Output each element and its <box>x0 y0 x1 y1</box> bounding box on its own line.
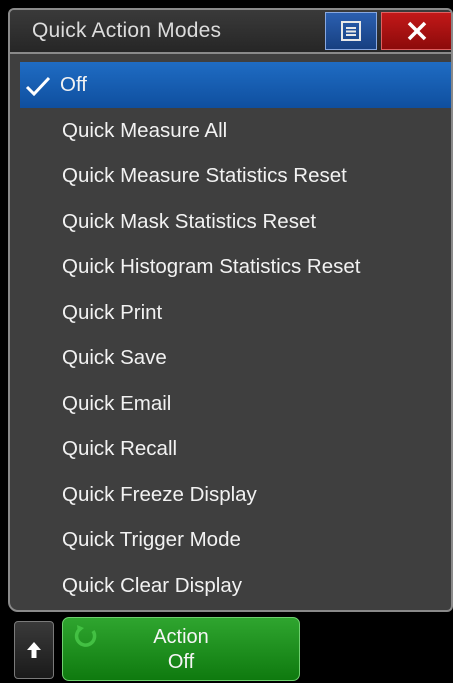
list-item-quick-mask-statistics-reset[interactable]: Quick Mask Statistics Reset <box>20 199 451 245</box>
checkmark-icon <box>25 76 51 96</box>
list-item-label: Off <box>60 73 87 96</box>
dialog-title: Quick Action Modes <box>32 19 222 42</box>
list-item-quick-measure-statistics-reset[interactable]: Quick Measure Statistics Reset <box>20 153 451 199</box>
arrow-up-icon <box>27 642 41 658</box>
back-up-button[interactable] <box>14 621 54 679</box>
list-item-label: Quick Email <box>62 391 172 415</box>
list-item-quick-trigger-mode[interactable]: Quick Trigger Mode <box>20 517 451 563</box>
rotate-knob-icon <box>74 625 97 647</box>
action-softkey-value: Off <box>167 651 195 673</box>
list-item-quick-freeze-display[interactable]: Quick Freeze Display <box>20 472 451 518</box>
list-item-quick-measure-all[interactable]: Quick Measure All <box>20 108 451 154</box>
quick-action-modes-dialog: Quick Action Modes Off Quick Measure All… <box>8 8 453 612</box>
action-softkey[interactable]: Action Off <box>62 617 300 681</box>
list-item-off[interactable]: Off <box>20 62 451 108</box>
list-item-quick-save[interactable]: Quick Save <box>20 335 451 381</box>
close-button[interactable] <box>381 12 451 50</box>
list-item-label: Quick Measure Statistics Reset <box>62 164 347 187</box>
screen: Quick Action Modes Off Quick Measure All… <box>0 0 453 683</box>
list-item-label: Quick Recall <box>62 437 178 460</box>
menu-button[interactable] <box>325 12 377 50</box>
mode-list: Off Quick Measure All Quick Measure Stat… <box>20 62 451 609</box>
list-item-quick-recall[interactable]: Quick Recall <box>20 426 451 472</box>
list-item-label: Quick Clear Display <box>62 573 242 597</box>
dialog-titlebar: Quick Action Modes <box>10 10 451 54</box>
list-item-label: Quick Mask Statistics Reset <box>62 209 317 233</box>
list-item-quick-clear-display[interactable]: Quick Clear Display <box>20 563 451 609</box>
list-item-label: Quick Trigger Mode <box>62 528 241 551</box>
list-item-label: Quick Measure All <box>62 118 228 142</box>
close-icon <box>407 21 427 41</box>
list-item-quick-email[interactable]: Quick Email <box>20 381 451 427</box>
list-item-quick-histogram-statistics-reset[interactable]: Quick Histogram Statistics Reset <box>20 244 451 290</box>
list-item-label: Quick Freeze Display <box>62 482 257 506</box>
menu-list-icon <box>341 21 361 41</box>
list-item-quick-print[interactable]: Quick Print <box>20 290 451 336</box>
list-item-label: Quick Histogram Statistics Reset <box>62 255 361 278</box>
list-item-label: Quick Print <box>62 300 163 324</box>
list-item-label: Quick Save <box>62 346 167 369</box>
